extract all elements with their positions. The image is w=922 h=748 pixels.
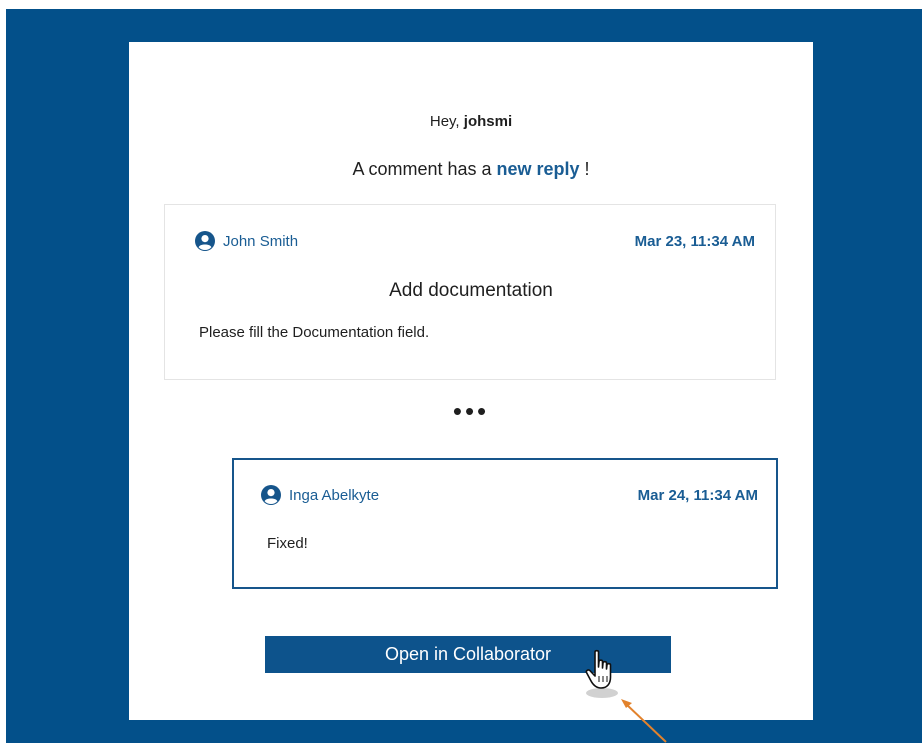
- new-reply-link[interactable]: new reply: [497, 159, 580, 179]
- hand-pointer-icon: [582, 649, 622, 699]
- original-comment: John Smith Mar 23, 11:34 AM Add document…: [164, 204, 776, 380]
- user-circle-icon: [195, 231, 215, 251]
- user-circle-icon: [261, 485, 281, 505]
- reply-date: Mar 24, 11:34 AM: [637, 487, 758, 504]
- ellipsis: •••: [452, 396, 490, 426]
- headline: A comment has a new reply !: [129, 159, 813, 180]
- reply-author: Inga Abelkyte: [261, 485, 379, 505]
- annotation-arrow-icon: [618, 695, 678, 743]
- comment-body: Please fill the Documentation field.: [199, 324, 430, 341]
- greeting-prefix: Hey,: [429, 113, 464, 130]
- reply-body: Fixed!: [267, 535, 308, 552]
- greeting: Hey, johsmi: [129, 113, 813, 130]
- reply-comment: Inga Abelkyte Mar 24, 11:34 AM Fixed!: [232, 458, 778, 589]
- username: johsmi: [463, 113, 513, 130]
- headline-suffix: !: [579, 159, 590, 179]
- comment-date: Mar 23, 11:34 AM: [634, 233, 755, 250]
- reply-author-name: Inga Abelkyte: [289, 486, 380, 504]
- comment-author-name: John Smith: [223, 232, 299, 250]
- headline-prefix: A comment has a: [352, 159, 497, 179]
- comment-title: Add documentation: [389, 280, 553, 301]
- email-card: Hey, johsmi A comment has a new reply ! …: [129, 42, 813, 720]
- comment-author: John Smith: [195, 231, 298, 251]
